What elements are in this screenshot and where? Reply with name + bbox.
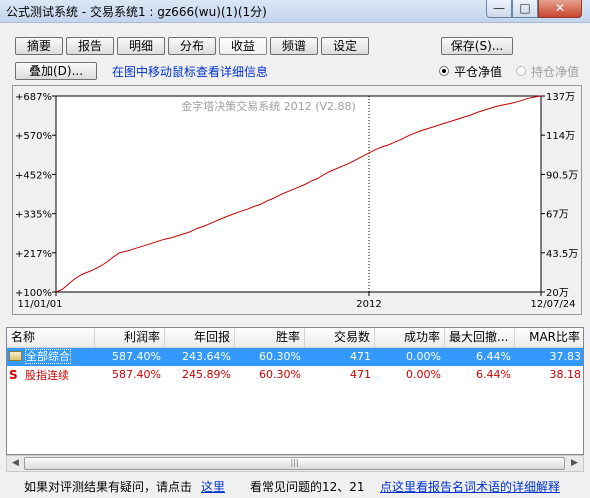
cell-win-rate: 60.30% (259, 350, 301, 363)
col-name[interactable]: 名称 (7, 328, 95, 347)
cell-mar-ratio: 38.18 (549, 368, 582, 381)
col-max-drawdown[interactable]: 最大回撤... (445, 328, 515, 347)
y-right-tick-label: 114万 (546, 131, 575, 142)
y-right-tick-label: 90.5万 (546, 170, 578, 181)
glossary-link[interactable]: 点这里看报告名词术语的详细解释 (380, 478, 560, 495)
y-left-tick-label: +217% (15, 249, 52, 260)
faq-text: 看常见问题的12、21 (250, 480, 365, 494)
y-right-tick-label: 20万 (546, 288, 569, 299)
col-mar-ratio[interactable]: MAR比率 (515, 328, 583, 347)
y-right-tick-label: 137万 (546, 92, 575, 103)
col-profit-rate[interactable]: 利润率 (95, 328, 165, 347)
here-link[interactable]: 这里 (201, 478, 225, 495)
equity-chart[interactable]: +687% +570% +452% +335% +217% +100% 137万 114万 90… (0, 0, 590, 320)
table-row[interactable]: S 股指连续 587.40% 245.89% 60.30% 471 0.00% 6… (7, 366, 583, 384)
cell-annual-return: 243.64% (182, 350, 231, 363)
x-tick-label: 12/07/24 (531, 299, 576, 310)
cell-profit-rate: 587.40% (112, 350, 161, 363)
x-tick-label: 2012 (356, 299, 381, 310)
table-header: 名称 利润率 年回报 胜率 交易数 成功率 最大回撤... MAR比率 (7, 328, 583, 348)
cell-mar-ratio: 37.83 (549, 350, 582, 363)
cell-max-drawdown: 6.44% (476, 368, 511, 381)
row-name: 全部综合 (25, 349, 71, 364)
y-right-tick-label: 43.5万 (546, 249, 578, 260)
col-trade-count[interactable]: 交易数 (305, 328, 375, 347)
chart-watermark: 金字塔决策交易系统 2012 (V2.88) (181, 99, 356, 113)
y-left-tick-label: +687% (15, 92, 52, 103)
series-s-icon: S (9, 368, 18, 382)
table-row[interactable]: 全部综合 587.40% 243.64% 60.30% 471 0.00% 6.… (7, 348, 583, 366)
col-success-rate[interactable]: 成功率 (375, 328, 445, 347)
horizontal-scrollbar[interactable]: ◀ ||| ▶ (6, 455, 584, 472)
cell-win-rate: 60.30% (259, 368, 301, 381)
cell-trade-count: 471 (350, 350, 371, 363)
col-annual-return[interactable]: 年回报 (165, 328, 235, 347)
scroll-right-arrow-icon[interactable]: ▶ (566, 456, 583, 471)
cell-annual-return: 245.89% (182, 368, 231, 381)
col-win-rate[interactable]: 胜率 (235, 328, 305, 347)
cell-profit-rate: 587.40% (112, 368, 161, 381)
row-name: 股指连续 (25, 369, 69, 382)
cell-success-rate: 0.00% (406, 350, 441, 363)
plot-area (55, 95, 542, 293)
cell-trade-count: 471 (350, 368, 371, 381)
results-table: 名称 利润率 年回报 胜率 交易数 成功率 最大回撤... MAR比率 全部综合… (6, 327, 584, 455)
cell-success-rate: 0.00% (406, 368, 441, 381)
folder-icon (9, 351, 22, 361)
y-left-tick-label: +452% (15, 170, 52, 181)
scroll-thumb[interactable]: ||| (24, 457, 565, 470)
y-right-tick-label: 67万 (546, 210, 569, 221)
cell-max-drawdown: 6.44% (476, 350, 511, 363)
x-tick-label: 11/01/01 (18, 299, 63, 310)
y-left-tick-label: +335% (15, 210, 52, 221)
footer-question-text: 如果对评测结果有疑问，请点击 (24, 480, 193, 494)
scroll-left-arrow-icon[interactable]: ◀ (7, 456, 24, 471)
y-left-tick-label: +100% (15, 288, 52, 299)
y-left-tick-label: +570% (15, 131, 52, 142)
